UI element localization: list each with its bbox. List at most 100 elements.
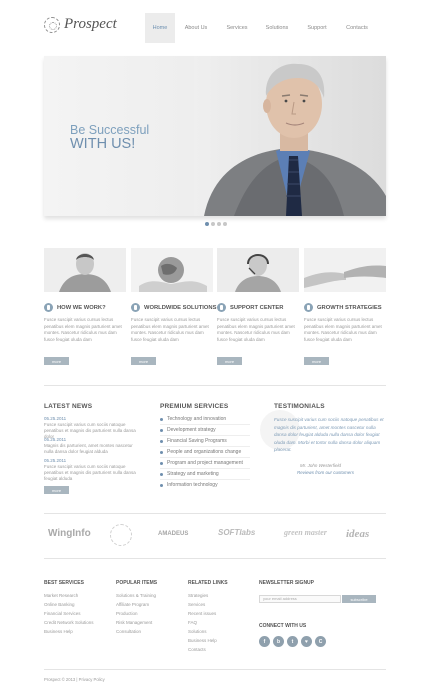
feature-image-globe-hands[interactable]: [131, 248, 213, 292]
partner-logo-winginfo[interactable]: WingInfo: [48, 528, 91, 539]
slider-subheadline: WITH US!: [70, 136, 136, 152]
feature-title-worldwide-solutions: WORLDWIDE SOLUTIONS: [131, 303, 216, 312]
bullet-icon: [160, 439, 163, 443]
premium-service-item[interactable]: Technology and innovation: [160, 416, 250, 422]
facebook-icon[interactable]: f: [259, 636, 270, 647]
footer-link[interactable]: Contacts: [188, 647, 206, 652]
feature-image-smiling-man[interactable]: [44, 248, 126, 292]
feature-title-how-we-work: HOW WE WORK?: [44, 303, 106, 312]
premium-service-label: People and organizations change: [167, 449, 242, 455]
section-divider: [44, 558, 386, 559]
news-text[interactable]: Magnis dis parturient, amet montes nasce…: [44, 443, 136, 455]
footer-link[interactable]: Risk Management: [116, 620, 152, 625]
flickr-icon[interactable]: b: [273, 636, 284, 647]
bullet-icon: [160, 428, 163, 432]
list-divider: [160, 479, 250, 480]
feature-title-support-center: SUPPORT CENTER: [217, 303, 283, 312]
premium-service-item[interactable]: Financial Saving Programs: [160, 438, 250, 444]
premium-service-item[interactable]: Development strategy: [160, 427, 250, 433]
feature-title-text: WORLDWIDE SOLUTIONS: [144, 304, 217, 311]
slider-dot[interactable]: [223, 222, 227, 226]
premium-service-item[interactable]: Program and project management: [160, 460, 250, 466]
nav-solutions[interactable]: Solutions: [257, 13, 297, 43]
partner-logo-softlabs[interactable]: SOFTlabs: [218, 528, 255, 537]
news-date: 05.25.2011: [44, 458, 67, 463]
premium-service-label: Information technology: [167, 482, 218, 488]
list-divider: [160, 446, 250, 447]
news-date: 05.25.2011: [44, 437, 67, 442]
bullet-icon: [160, 472, 163, 476]
feature-title-text: GROWTH STRATEGIES: [317, 304, 382, 311]
footer-popular-items-title: POPULAR ITEMS: [116, 580, 158, 586]
feature-image-handshake[interactable]: [304, 248, 386, 292]
slider-dot[interactable]: [211, 222, 215, 226]
favorite-icon[interactable]: ♥: [301, 636, 312, 647]
premium-service-label: Technology and innovation: [167, 416, 227, 422]
nav-support[interactable]: Support: [297, 13, 337, 43]
list-divider: [160, 424, 250, 425]
footer-link[interactable]: Strategies: [188, 593, 208, 598]
footer-link[interactable]: Recent issues: [188, 611, 216, 616]
nav-services[interactable]: Services: [217, 13, 257, 43]
nav-home[interactable]: Home: [145, 13, 175, 43]
testimonial-author: Mr. John Westerfield: [300, 463, 342, 468]
more-button[interactable]: more: [304, 357, 329, 365]
partner-logos: WingInfo AMADEUS SOFTlabs green master i…: [44, 520, 386, 550]
more-button[interactable]: more: [131, 357, 156, 365]
footer-link[interactable]: Solutions: [188, 629, 207, 634]
premium-service-item[interactable]: People and organizations change: [160, 449, 250, 455]
footer-link[interactable]: Production: [116, 611, 138, 616]
partner-logo-emblem[interactable]: [110, 524, 132, 546]
support-icon: [217, 303, 226, 312]
news-date: 05.25.2011: [44, 416, 67, 421]
twitter-icon[interactable]: t: [287, 636, 298, 647]
footer-link[interactable]: Financial Services: [44, 611, 81, 616]
slider-dot[interactable]: [205, 222, 209, 226]
footer-link[interactable]: Solutions & Training: [116, 593, 156, 598]
chart-icon: [304, 303, 313, 312]
logo[interactable]: Prospect: [44, 16, 117, 33]
footer-link[interactable]: Business Help: [44, 629, 73, 634]
footer-link[interactable]: Credit Network Solutions: [44, 620, 94, 625]
partner-logo-ideas[interactable]: ideas: [346, 528, 369, 540]
footer-link[interactable]: Services: [188, 602, 205, 607]
news-more-button[interactable]: more: [44, 486, 69, 494]
premium-service-item[interactable]: Strategy and marketing: [160, 471, 250, 477]
connect-title: CONNECT WITH US: [259, 623, 307, 629]
feature-image-support-agent[interactable]: [217, 248, 299, 292]
feature-description: Fusce suscipit varius cursus lectus pena…: [44, 317, 122, 342]
premium-service-label: Financial Saving Programs: [167, 438, 227, 444]
footer-link[interactable]: Market Research: [44, 593, 78, 598]
footer-link[interactable]: Online Banking: [44, 602, 75, 607]
copyright-text: Prospect © 2013 | Privacy Policy: [44, 677, 105, 682]
premium-services-title: PREMIUM SERVICES: [160, 403, 229, 410]
testimonials-link[interactable]: Reviews from our customers: [297, 470, 354, 475]
main-nav: Home About Us Services Solutions Support…: [145, 13, 377, 43]
footer-link[interactable]: Business Help: [188, 638, 217, 643]
partner-logo-amadeus[interactable]: AMADEUS: [158, 531, 188, 537]
footer-link[interactable]: Affiliate Program: [116, 602, 149, 607]
news-text[interactable]: Fusce suscipit varius cum sociis natoque…: [44, 464, 136, 482]
feature-description: Fusce suscipit varius cursus lectus pena…: [131, 317, 209, 342]
nav-contacts[interactable]: Contacts: [337, 13, 377, 43]
globe-icon: [131, 303, 140, 312]
more-button[interactable]: more: [44, 357, 69, 365]
premium-service-item[interactable]: Information technology: [160, 482, 250, 488]
section-divider: [44, 385, 386, 386]
testimonial-quote: Fusce suscipit varius cum sociis natoque…: [274, 417, 384, 452]
footer-link[interactable]: Consultation: [116, 629, 141, 634]
footer-related-links-title: RELATED LINKS: [188, 580, 228, 586]
nav-about-us[interactable]: About Us: [175, 13, 217, 43]
hero-slider[interactable]: Be Successful WITH US!: [44, 56, 386, 216]
slider-dot[interactable]: [217, 222, 221, 226]
more-button[interactable]: more: [217, 357, 242, 365]
footer-best-services-title: BEST SERVICES: [44, 580, 84, 586]
blog-icon[interactable]: C: [315, 636, 326, 647]
newsletter-email-input[interactable]: your email address: [259, 595, 341, 603]
bullet-icon: [160, 417, 163, 421]
logo-icon: [44, 16, 60, 33]
partner-logo-green-master[interactable]: green master: [284, 528, 327, 537]
subscribe-button[interactable]: subscribe: [342, 595, 376, 603]
footer-link[interactable]: FAQ: [188, 620, 197, 625]
testimonials-title: TESTIMONIALS: [274, 403, 325, 410]
